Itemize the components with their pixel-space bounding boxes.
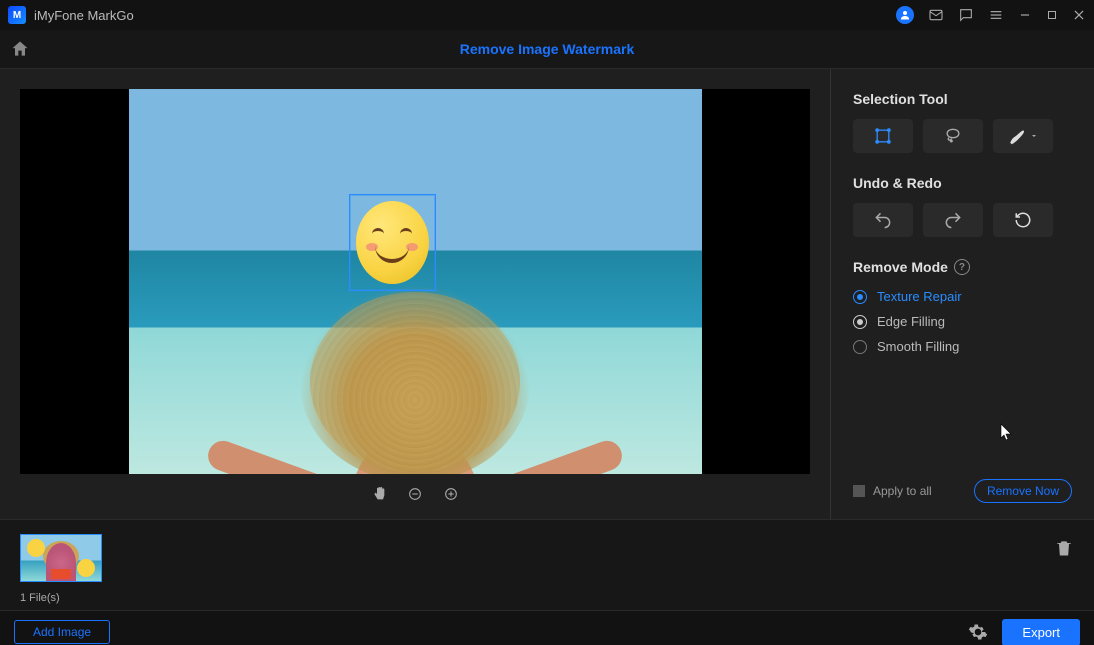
zoom-out-icon[interactable] xyxy=(407,486,423,502)
mode-smooth-filling[interactable]: Smooth Filling xyxy=(853,339,1072,354)
titlebar: M iMyFone MarkGo xyxy=(0,0,1094,30)
canvas-frame[interactable] xyxy=(20,89,810,474)
remove-mode-heading-row: Remove Mode ? xyxy=(853,259,1072,275)
file-count-label: 1 File(s) xyxy=(20,592,1074,604)
canvas-area xyxy=(0,69,830,519)
emoji-watermark xyxy=(356,201,429,284)
pan-hand-icon[interactable] xyxy=(371,486,387,502)
remove-now-button[interactable]: Remove Now xyxy=(974,479,1072,503)
radio-icon xyxy=(853,315,867,329)
watermark-selection[interactable] xyxy=(349,194,436,291)
remove-mode-heading: Remove Mode xyxy=(853,259,948,275)
menu-icon[interactable] xyxy=(988,7,1004,23)
page-title: Remove Image Watermark xyxy=(0,41,1094,57)
delete-thumbnail-button[interactable] xyxy=(1054,538,1074,558)
bottom-bar: Add Image Export xyxy=(0,610,1094,645)
chevron-down-icon xyxy=(1030,132,1038,140)
mail-icon[interactable] xyxy=(928,7,944,23)
selection-tool-heading: Selection Tool xyxy=(853,91,1072,107)
undo-redo-heading: Undo & Redo xyxy=(853,175,1072,191)
thumbnail-row xyxy=(20,534,1074,582)
radio-icon xyxy=(853,340,867,354)
zoom-in-icon[interactable] xyxy=(443,486,459,502)
sidebar-bottom: Apply to all Remove Now xyxy=(853,479,1072,503)
brush-select-tool[interactable] xyxy=(993,119,1053,153)
minimize-icon[interactable] xyxy=(1018,8,1032,22)
image-preview xyxy=(129,89,702,474)
mode-edge-filling[interactable]: Edge Filling xyxy=(853,314,1072,329)
titlebar-right xyxy=(896,6,1086,24)
checkbox-icon xyxy=(853,485,865,497)
home-button[interactable] xyxy=(0,30,40,68)
selection-tool-row xyxy=(853,119,1072,153)
remove-mode-options: Texture Repair Edge Filling Smooth Filli… xyxy=(853,289,1072,354)
titlebar-left: M iMyFone MarkGo xyxy=(8,6,134,24)
apply-to-all-checkbox[interactable]: Apply to all xyxy=(853,484,932,498)
reset-button[interactable] xyxy=(993,203,1053,237)
mode-label: Texture Repair xyxy=(877,289,962,304)
apply-all-label: Apply to all xyxy=(873,484,932,498)
mode-texture-repair[interactable]: Texture Repair xyxy=(853,289,1072,304)
redo-button[interactable] xyxy=(923,203,983,237)
export-button[interactable]: Export xyxy=(1002,619,1080,645)
undo-button[interactable] xyxy=(853,203,913,237)
bottom-right: Export xyxy=(968,619,1080,645)
thumbnail-item[interactable] xyxy=(20,534,102,582)
main-area: Selection Tool Undo & Redo xyxy=(0,69,1094,519)
undo-redo-row xyxy=(853,203,1072,237)
add-image-button[interactable]: Add Image xyxy=(14,620,110,644)
thumbnail-strip: 1 File(s) xyxy=(0,519,1094,610)
account-icon[interactable] xyxy=(896,6,914,24)
app-title: iMyFone MarkGo xyxy=(34,8,134,23)
close-icon[interactable] xyxy=(1072,8,1086,22)
help-icon[interactable]: ? xyxy=(954,259,970,275)
sidebar: Selection Tool Undo & Redo xyxy=(830,69,1094,519)
rectangle-select-tool[interactable] xyxy=(853,119,913,153)
app-logo-icon: M xyxy=(8,6,26,24)
mode-label: Edge Filling xyxy=(877,314,945,329)
feedback-icon[interactable] xyxy=(958,7,974,23)
cursor-icon xyxy=(1000,423,1014,441)
mode-label: Smooth Filling xyxy=(877,339,959,354)
settings-icon[interactable] xyxy=(968,622,988,642)
radio-icon xyxy=(853,290,867,304)
maximize-icon[interactable] xyxy=(1046,9,1058,21)
lasso-select-tool[interactable] xyxy=(923,119,983,153)
header-row: Remove Image Watermark xyxy=(0,30,1094,69)
canvas-controls xyxy=(371,474,459,502)
